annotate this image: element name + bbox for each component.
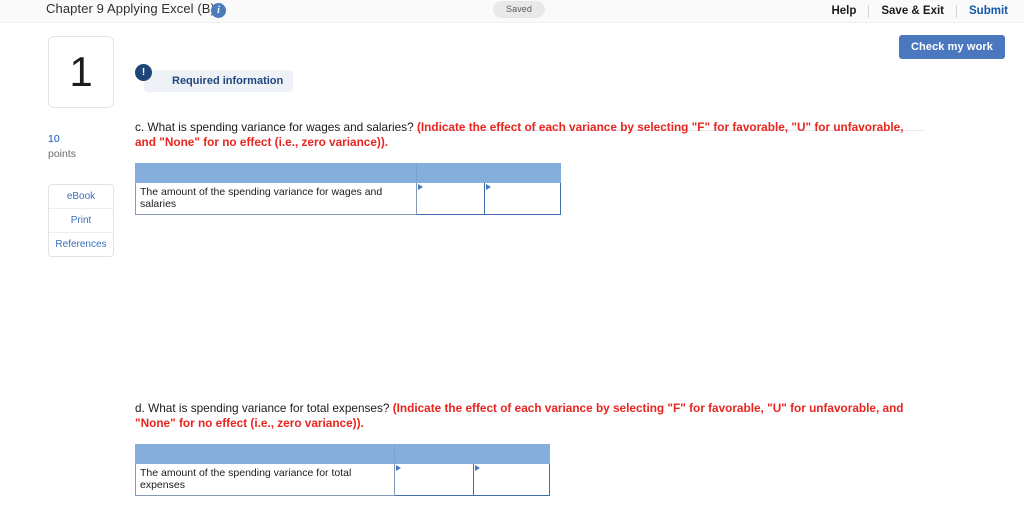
table-header-cell xyxy=(416,163,485,183)
answer-input-c-amount[interactable] xyxy=(416,182,485,215)
save-and-exit-link[interactable]: Save & Exit xyxy=(869,5,956,17)
help-link[interactable]: Help xyxy=(819,5,868,17)
exclamation-icon: ! xyxy=(135,64,152,81)
answer-table-c: The amount of the spending variance for … xyxy=(135,163,561,215)
table-header-cell xyxy=(484,163,561,183)
row-label-c: The amount of the spending variance for … xyxy=(135,182,417,215)
table-row: The amount of the spending variance for … xyxy=(135,182,561,215)
dropdown-marker-icon xyxy=(475,465,480,471)
points-value: 10 xyxy=(48,133,60,145)
dropdown-marker-icon xyxy=(396,465,401,471)
references-link[interactable]: References xyxy=(49,233,113,256)
dropdown-marker-icon xyxy=(418,184,423,190)
question-number-box: 1 xyxy=(48,36,114,108)
ebook-link[interactable]: eBook xyxy=(49,185,113,209)
submit-link[interactable]: Submit xyxy=(957,5,1016,17)
answer-input-d-effect[interactable] xyxy=(473,463,550,496)
question-prompt-d: d. What is spending variance for total e… xyxy=(135,401,393,415)
main-content: Required information ! c. What is spendi… xyxy=(135,22,1024,521)
required-information-label: Required information xyxy=(144,70,294,92)
question-block-d: d. What is spending variance for total e… xyxy=(135,401,925,496)
topbar-actions: Help Save & Exit Submit xyxy=(819,0,1016,22)
table-row: The amount of the spending variance for … xyxy=(135,463,550,496)
row-label-d: The amount of the spending variance for … xyxy=(135,463,395,496)
saved-badge: Saved xyxy=(493,1,546,18)
top-bar: Chapter 9 Applying Excel (B) i Saved Hel… xyxy=(0,0,1024,23)
points-label: points xyxy=(48,148,77,160)
answer-input-d-amount[interactable] xyxy=(394,463,474,496)
page-title: Chapter 9 Applying Excel (B) xyxy=(46,1,215,16)
table-header-cell xyxy=(135,163,417,183)
question-text-c: c. What is spending variance for wages a… xyxy=(135,120,925,150)
question-prompt-c: c. What is spending variance for wages a… xyxy=(135,120,417,134)
table-header-row xyxy=(135,163,561,183)
info-icon[interactable]: i xyxy=(211,3,226,18)
question-block-c: c. What is spending variance for wages a… xyxy=(135,120,925,215)
rail-links: eBook Print References xyxy=(48,184,114,257)
dropdown-marker-icon xyxy=(486,184,491,190)
question-text-d: d. What is spending variance for total e… xyxy=(135,401,925,431)
table-header-cell xyxy=(473,444,550,464)
print-link[interactable]: Print xyxy=(49,209,113,233)
table-header-cell xyxy=(394,444,474,464)
answer-input-c-effect[interactable] xyxy=(484,182,561,215)
answer-table-d: The amount of the spending variance for … xyxy=(135,444,550,496)
question-number: 1 xyxy=(69,48,93,95)
table-header-cell xyxy=(135,444,395,464)
table-header-row xyxy=(135,444,550,464)
